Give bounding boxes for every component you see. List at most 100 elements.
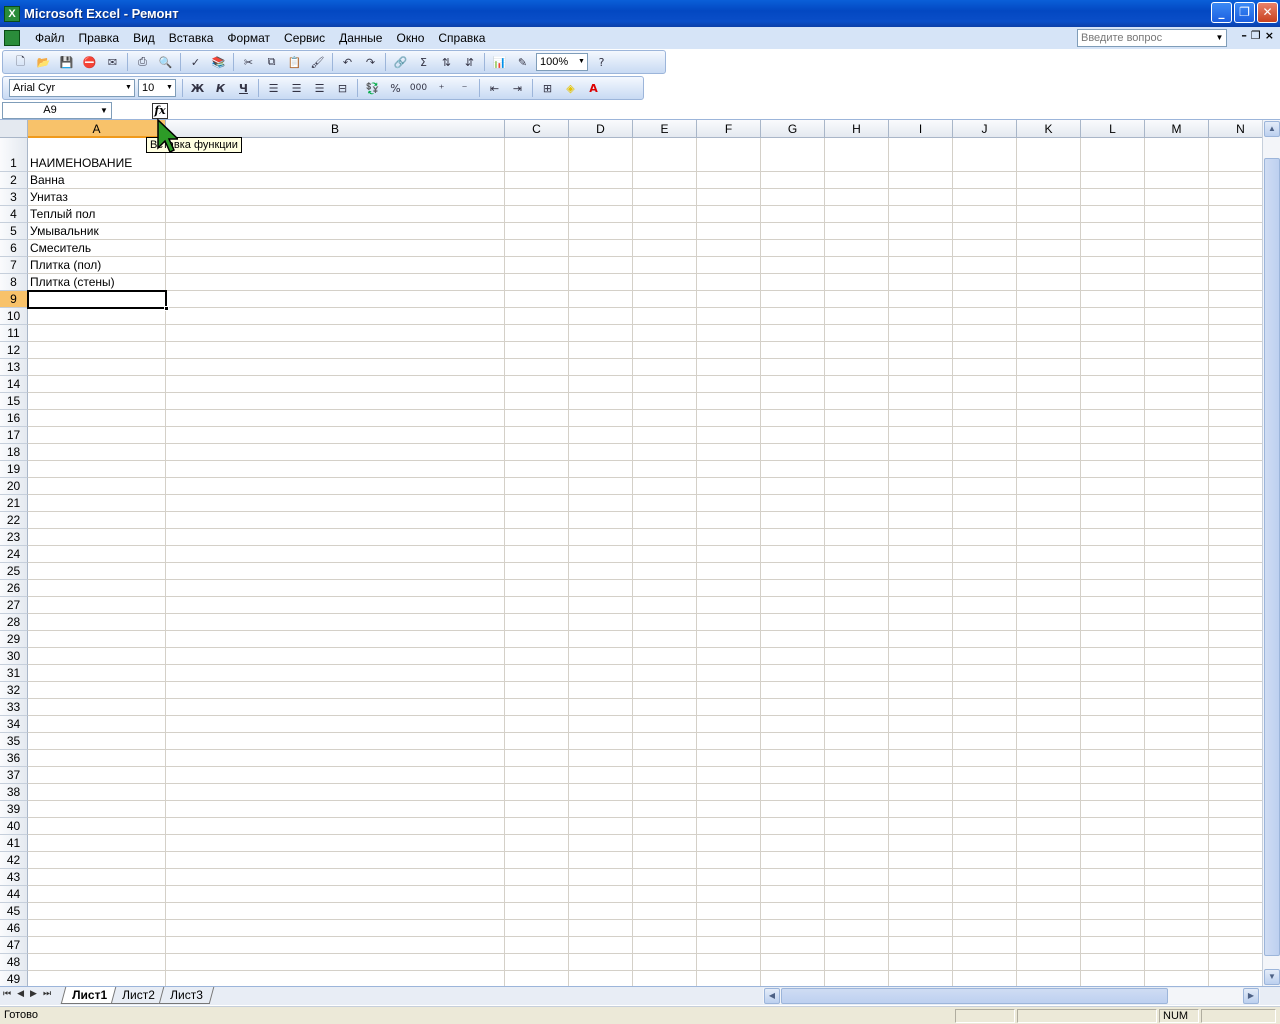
row-header[interactable]: 1 [0, 138, 28, 172]
row-header[interactable]: 10 [0, 308, 28, 325]
row-header[interactable]: 15 [0, 393, 28, 410]
row-header[interactable]: 37 [0, 767, 28, 784]
font-name-select[interactable]: Arial Cyr ▼ [9, 79, 135, 97]
print-icon[interactable]: ⎙ [133, 53, 152, 72]
increase-indent-icon[interactable]: ⇥ [508, 79, 527, 98]
horizontal-scrollbar[interactable]: ◀ ▶ [763, 988, 1260, 1004]
align-right-icon[interactable]: ☰ [310, 79, 329, 98]
row-header[interactable]: 7 [0, 257, 28, 274]
column-header-l[interactable]: L [1081, 120, 1145, 138]
undo-icon[interactable]: ↶ [338, 53, 357, 72]
chevron-down-icon[interactable]: ▼ [1213, 30, 1226, 46]
row-header[interactable]: 46 [0, 920, 28, 937]
menu-help[interactable]: Справка [431, 28, 492, 48]
next-sheet-icon[interactable]: ▶ [30, 989, 37, 999]
cell-a3[interactable]: Унитаз [28, 190, 166, 205]
row-header[interactable]: 27 [0, 597, 28, 614]
decrease-decimal-icon[interactable]: ⁻ [455, 79, 474, 98]
email-icon[interactable]: ✉ [103, 53, 122, 72]
row-header[interactable]: 29 [0, 631, 28, 648]
column-header-j[interactable]: J [953, 120, 1017, 138]
sheet-tab-2[interactable]: Лист2 [110, 987, 167, 1004]
worksheet-grid[interactable]: A B C D E F G H I J K L M N 1 2 3 4 5 6 7 8 9 10 11 12 13 14 15 16 17 1… [0, 120, 1262, 986]
chart-wizard-icon[interactable]: 📊 [490, 53, 509, 72]
percent-button[interactable]: % [386, 79, 405, 98]
workbook-icon[interactable] [4, 30, 20, 46]
column-header-i[interactable]: I [889, 120, 953, 138]
cell-a1[interactable]: НАИМЕНОВАНИЕ [28, 156, 166, 171]
minimize-button[interactable]: _ [1211, 2, 1232, 23]
redo-icon[interactable]: ↷ [361, 53, 380, 72]
borders-icon[interactable]: ⊞ [538, 79, 557, 98]
doc-minimize-button[interactable]: – [1241, 29, 1247, 42]
research-icon[interactable]: 📚 [209, 53, 228, 72]
row-header[interactable]: 4 [0, 206, 28, 223]
cell-a7[interactable]: Плитка (пол) [28, 258, 166, 273]
thousands-button[interactable]: 000 [409, 79, 428, 98]
row-header[interactable]: 32 [0, 682, 28, 699]
prev-sheet-icon[interactable]: ◀ [17, 989, 24, 999]
row-header[interactable]: 39 [0, 801, 28, 818]
select-all-button[interactable] [0, 120, 28, 138]
horizontal-scroll-thumb[interactable] [781, 988, 1168, 1004]
scroll-left-icon[interactable]: ◀ [764, 988, 780, 1004]
cell-a6[interactable]: Смеситель [28, 241, 166, 256]
chevron-down-icon[interactable]: ▼ [98, 103, 110, 118]
cell-a8[interactable]: Плитка (стены) [28, 275, 166, 290]
fill-color-icon[interactable]: ◈ [561, 79, 580, 98]
row-header[interactable]: 31 [0, 665, 28, 682]
vertical-scrollbar[interactable]: ▲ ▼ [1262, 120, 1280, 986]
row-header[interactable]: 18 [0, 444, 28, 461]
column-header-a[interactable]: A [28, 120, 166, 138]
row-header[interactable]: 38 [0, 784, 28, 801]
row-header[interactable]: 6 [0, 240, 28, 257]
row-header[interactable]: 9 [0, 291, 28, 308]
last-sheet-icon[interactable]: ⏭ [43, 989, 51, 999]
decrease-indent-icon[interactable]: ⇤ [485, 79, 504, 98]
column-header-c[interactable]: C [505, 120, 569, 138]
row-header[interactable]: 22 [0, 512, 28, 529]
column-header-e[interactable]: E [633, 120, 697, 138]
column-header-m[interactable]: M [1145, 120, 1209, 138]
scroll-up-icon[interactable]: ▲ [1264, 121, 1280, 137]
row-header[interactable]: 25 [0, 563, 28, 580]
first-sheet-icon[interactable]: ⏮ [3, 989, 11, 999]
menu-format[interactable]: Формат [220, 28, 277, 48]
excel-icon[interactable]: X [4, 5, 20, 22]
vertical-scroll-thumb[interactable] [1264, 158, 1280, 956]
row-header[interactable]: 26 [0, 580, 28, 597]
row-header[interactable]: 42 [0, 852, 28, 869]
row-header[interactable]: 40 [0, 818, 28, 835]
fill-handle[interactable] [164, 306, 169, 311]
merge-center-icon[interactable]: ⊟ [333, 79, 352, 98]
active-cell[interactable] [27, 290, 169, 311]
cell-a5[interactable]: Умывальник [28, 224, 166, 239]
drawing-icon[interactable]: ✎ [513, 53, 532, 72]
scroll-down-icon[interactable]: ▼ [1264, 969, 1280, 985]
font-color-icon[interactable]: A [584, 79, 603, 98]
align-left-icon[interactable]: ☰ [264, 79, 283, 98]
hyperlink-icon[interactable]: 🔗 [391, 53, 410, 72]
font-size-select[interactable]: 10 ▼ [138, 79, 176, 97]
row-header[interactable]: 47 [0, 937, 28, 954]
row-header[interactable]: 48 [0, 954, 28, 971]
menu-view[interactable]: Вид [126, 28, 162, 48]
new-icon[interactable]: 🗋 [11, 53, 30, 72]
cell-a2[interactable]: Ванна [28, 173, 166, 188]
spelling-icon[interactable]: ✓ [186, 53, 205, 72]
cell-a4[interactable]: Теплый пол [28, 207, 166, 222]
sort-descending-icon[interactable]: ⇵ [460, 53, 479, 72]
row-header[interactable]: 3 [0, 189, 28, 206]
permission-icon[interactable]: ⛔ [80, 53, 99, 72]
column-header-g[interactable]: G [761, 120, 825, 138]
save-icon[interactable]: 💾 [57, 53, 76, 72]
row-header[interactable]: 23 [0, 529, 28, 546]
print-preview-icon[interactable]: 🔍 [156, 53, 175, 72]
align-center-icon[interactable]: ☰ [287, 79, 306, 98]
menu-insert[interactable]: Вставка [162, 28, 221, 48]
row-header[interactable]: 49 [0, 971, 28, 986]
italic-button[interactable]: К [211, 79, 230, 98]
zoom-select[interactable]: 100% ▼ [536, 53, 588, 71]
close-button[interactable]: ✕ [1257, 2, 1278, 23]
row-header[interactable]: 28 [0, 614, 28, 631]
